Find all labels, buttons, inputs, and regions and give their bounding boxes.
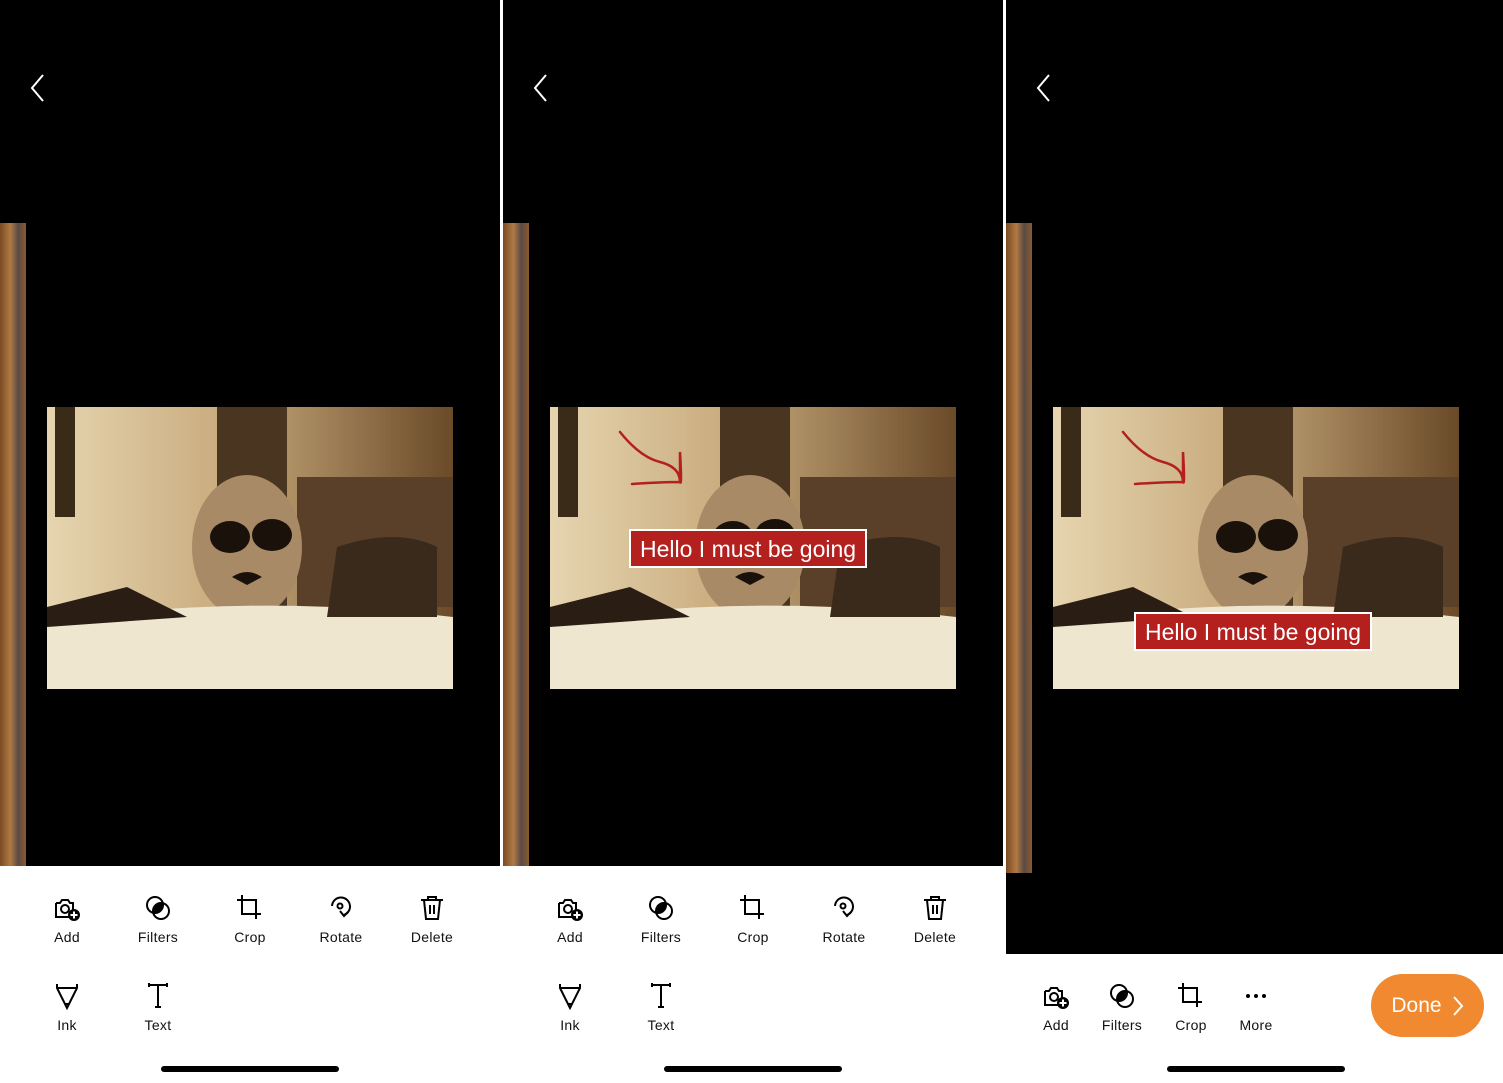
chevron-left-icon bbox=[30, 74, 44, 102]
toolbar-text-button[interactable]: Text bbox=[118, 980, 198, 1033]
filters-icon bbox=[649, 896, 673, 920]
toolbar-label: Ink bbox=[560, 1017, 580, 1033]
more-icon bbox=[1246, 994, 1266, 998]
toolbar-label: Crop bbox=[234, 929, 266, 945]
toolbar-label: Filters bbox=[137, 929, 179, 945]
text-icon bbox=[651, 983, 671, 1008]
rotate-icon bbox=[834, 896, 854, 918]
back-button[interactable] bbox=[28, 72, 50, 104]
screen-edit-annotated: Hello I must be going Add Filters Crop Rotat… bbox=[503, 0, 1003, 1083]
toolbar-crop-button[interactable]: Crop bbox=[713, 892, 793, 945]
toolbar-ink-button[interactable]: Ink bbox=[27, 980, 107, 1033]
back-button[interactable] bbox=[531, 72, 553, 104]
camera-add-icon bbox=[55, 899, 80, 921]
text-annotation[interactable]: Hello I must be going bbox=[1134, 612, 1373, 651]
crop-icon bbox=[237, 895, 261, 919]
toolbar-add-button[interactable]: Add bbox=[530, 892, 610, 945]
toolbar-label: Rotate bbox=[822, 929, 866, 945]
toolbar-label: Filters bbox=[640, 929, 682, 945]
home-indicator[interactable] bbox=[161, 1066, 339, 1072]
toolbar-ink-button[interactable]: Ink bbox=[530, 980, 610, 1033]
toolbar-rotate-button[interactable]: Rotate bbox=[804, 892, 884, 945]
text-icon bbox=[148, 983, 168, 1008]
toolbar-label: Filters bbox=[1101, 1017, 1143, 1033]
home-indicator[interactable] bbox=[664, 1066, 842, 1072]
previous-page-thumbnail[interactable] bbox=[0, 223, 26, 866]
done-label: Done bbox=[1391, 993, 1442, 1017]
trash-icon bbox=[421, 896, 443, 920]
toolbar-rotate-button[interactable]: Rotate bbox=[301, 892, 381, 945]
toolbar-text-button[interactable]: Text bbox=[621, 980, 701, 1033]
crop-icon bbox=[1178, 983, 1202, 1007]
toolbar-label: Delete bbox=[913, 929, 957, 945]
rotate-icon bbox=[331, 896, 351, 918]
toolbar-label: Add bbox=[557, 929, 583, 945]
chevron-right-icon bbox=[1452, 995, 1463, 1016]
screen-edit: Add Filters Crop Rotate Delete Ink Text bbox=[0, 0, 500, 1083]
toolbar-delete-button[interactable]: Delete bbox=[895, 892, 975, 945]
previous-page-thumbnail[interactable] bbox=[503, 223, 529, 866]
photo-image bbox=[47, 407, 453, 689]
toolbar-add-button[interactable]: Add bbox=[27, 892, 107, 945]
toolbar-label: Crop bbox=[737, 929, 769, 945]
toolbar-delete-button[interactable]: Delete bbox=[392, 892, 472, 945]
screen-review: Hello I must be going Add Filters Crop More D… bbox=[1006, 0, 1503, 1083]
text-annotation[interactable]: Hello I must be going bbox=[629, 529, 868, 568]
toolbar-label: Add bbox=[54, 929, 80, 945]
scanned-photo[interactable] bbox=[47, 407, 453, 689]
toolbar-filters-button[interactable]: Filters bbox=[621, 892, 701, 945]
toolbar-label: More bbox=[1239, 1017, 1273, 1033]
toolbar-crop-button[interactable]: Crop bbox=[210, 892, 290, 945]
crop-icon bbox=[740, 895, 764, 919]
toolbar-filters-button[interactable]: Filters bbox=[118, 892, 198, 945]
toolbar-label: Delete bbox=[410, 929, 454, 945]
chevron-left-icon bbox=[1036, 74, 1050, 102]
toolbar-filters-button[interactable]: Filters bbox=[1082, 980, 1162, 1033]
done-button[interactable]: Done bbox=[1371, 974, 1484, 1037]
ink-pen-icon bbox=[559, 984, 581, 1011]
filters-icon bbox=[1110, 984, 1134, 1008]
toolbar-label: Rotate bbox=[319, 929, 363, 945]
back-button[interactable] bbox=[1034, 72, 1056, 104]
toolbar-label: Ink bbox=[57, 1017, 77, 1033]
toolbar-more-button[interactable]: More bbox=[1216, 980, 1296, 1033]
filters-icon bbox=[146, 896, 170, 920]
chevron-left-icon bbox=[533, 74, 547, 102]
camera-add-icon bbox=[1044, 987, 1069, 1009]
previous-page-thumbnail[interactable] bbox=[1006, 223, 1032, 873]
ink-pen-icon bbox=[56, 984, 78, 1011]
toolbar-label: Text bbox=[647, 1017, 675, 1033]
home-indicator[interactable] bbox=[1167, 1066, 1345, 1072]
camera-add-icon bbox=[558, 899, 583, 921]
trash-icon bbox=[924, 896, 946, 920]
toolbar-label: Text bbox=[144, 1017, 172, 1033]
